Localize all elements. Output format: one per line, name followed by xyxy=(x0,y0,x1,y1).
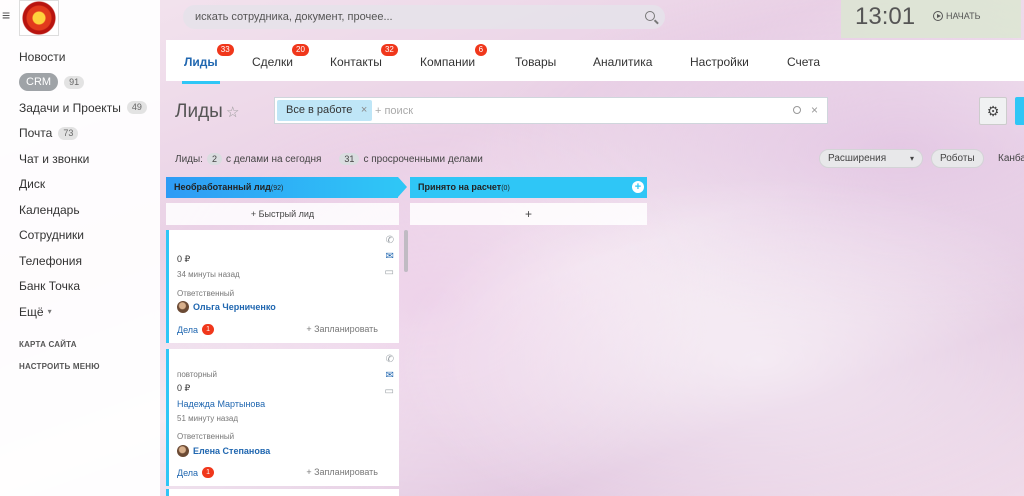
sidebar-menu: Новости CRM 91 Задачи и Проекты 49 Почта 73… xyxy=(19,44,147,325)
robots-button[interactable]: Роботы xyxy=(931,149,984,168)
responsible-label: Ответственный xyxy=(177,289,235,298)
kanban-view-switch[interactable]: Канба xyxy=(998,153,1024,164)
global-search xyxy=(183,5,665,29)
search-icon[interactable] xyxy=(645,11,655,21)
column-header-accepted[interactable]: Принято на расчет(0) + xyxy=(410,177,647,198)
tab-contacts[interactable]: Контакты 32 xyxy=(330,44,398,69)
tasks-counter: 49 xyxy=(126,101,147,115)
lead-tag: повторный xyxy=(177,370,217,379)
sidebar-item-news[interactable]: Новости xyxy=(19,44,147,70)
close-icon[interactable]: × xyxy=(811,103,818,117)
mail-icon[interactable]: ✉ xyxy=(386,370,394,381)
lead-time: 34 минуты назад xyxy=(177,270,240,279)
chat-icon[interactable]: ▭ xyxy=(385,267,394,278)
gear-icon: ⚙ xyxy=(986,103,1000,119)
tab-leads[interactable]: Лиды 33 xyxy=(182,44,234,84)
left-sidebar: ≡ Новости CRM 91 Задачи и Проекты 49 Почта… xyxy=(0,0,160,496)
mail-counter: 73 xyxy=(58,126,79,140)
column-arrow xyxy=(398,177,407,197)
chevron-down-icon: ▾ xyxy=(47,306,52,316)
sidebar-item-employees[interactable]: Сотрудники xyxy=(19,223,147,249)
tab-badge: 6 xyxy=(474,44,488,56)
lead-amount: 0 ₽ xyxy=(177,254,191,264)
sidebar-item-tasks[interactable]: Задачи и Проекты 49 xyxy=(19,95,147,121)
settings-gear-button[interactable]: ⚙ xyxy=(979,97,1007,125)
quick-lead-button[interactable]: + Быстрый лид xyxy=(166,203,399,225)
tab-invoices[interactable]: Счета xyxy=(787,55,820,69)
responsible-person[interactable]: Елена Степанова xyxy=(177,445,270,457)
scrollbar[interactable] xyxy=(404,230,408,272)
deals-badge: 1 xyxy=(202,324,214,335)
tab-products[interactable]: Товары xyxy=(515,55,556,69)
menu-icon[interactable]: ≡ xyxy=(2,8,10,22)
start-day-button[interactable]: НАЧАТЬ xyxy=(933,11,981,21)
add-lead-button[interactable] xyxy=(1015,97,1024,125)
filter-bar: Все в работе × × xyxy=(274,97,828,124)
lead-card[interactable]: ✆ ✉ ▭ 0 ₽ 34 минуты назад Ответственный … xyxy=(166,230,399,343)
responsible-person[interactable]: Ольга Черниченко xyxy=(177,301,276,313)
column-header-new[interactable]: Необработанный лид(92) xyxy=(166,177,398,198)
extensions-button[interactable]: Расширения ▾ xyxy=(819,149,923,168)
filter-search-input[interactable] xyxy=(375,101,755,121)
plan-activity-button[interactable]: + Запланировать xyxy=(306,467,378,477)
sidebar-item-bank[interactable]: Банк Точка xyxy=(19,274,147,300)
tab-badge: 33 xyxy=(216,44,234,56)
chip-close-icon[interactable]: × xyxy=(361,100,367,121)
tab-companies[interactable]: Компании 6 xyxy=(420,44,488,69)
clock-time: 13:01 xyxy=(855,3,916,30)
lead-name[interactable]: Надежда Мартынова xyxy=(177,399,265,409)
avatar xyxy=(177,445,189,457)
deals-link[interactable]: Дела 1 xyxy=(177,324,214,335)
lead-time: 51 минуту назад xyxy=(177,414,239,423)
tab-analytics[interactable]: Аналитика xyxy=(593,55,652,69)
sidebar-item-crm[interactable]: CRM 91 xyxy=(19,70,147,96)
avatar xyxy=(177,301,189,313)
sidebar-item-chat[interactable]: Чат и звонки xyxy=(19,146,147,172)
filter-chip[interactable]: Все в работе × xyxy=(277,100,373,121)
play-icon xyxy=(933,11,943,21)
lead-amount: 0 ₽ xyxy=(177,383,191,393)
search-input[interactable] xyxy=(183,5,623,29)
sidebar-item-calendar[interactable]: Календарь xyxy=(19,197,147,223)
sidebar-item-mail[interactable]: Почта 73 xyxy=(19,121,147,147)
sidebar-item-more[interactable]: Ещё ▾ xyxy=(19,299,147,325)
overdue-counter[interactable]: 31 xyxy=(339,153,360,165)
add-column-icon[interactable]: + xyxy=(632,181,644,193)
mail-icon[interactable]: ✉ xyxy=(386,251,394,262)
sitemap-link[interactable]: КАРТА САЙТА xyxy=(19,340,77,349)
work-day-widget: 13:01 НАЧАТЬ xyxy=(841,0,1021,38)
tab-badge: 20 xyxy=(292,44,309,56)
tab-deals[interactable]: Сделки 20 xyxy=(252,44,309,69)
phone-icon[interactable]: ✆ xyxy=(386,354,394,365)
quick-add-button[interactable]: + xyxy=(410,203,647,225)
sidebar-item-telephony[interactable]: Телефония xyxy=(19,248,147,274)
company-logo[interactable] xyxy=(19,0,59,36)
crm-tabs: Лиды 33 Сделки 20 Контакты 32 Компании 6 Тов… xyxy=(166,40,1024,84)
search-icon[interactable] xyxy=(793,106,801,114)
responsible-label: Ответственный xyxy=(177,432,235,441)
crm-counter: 91 xyxy=(64,75,85,89)
phone-icon[interactable]: ✆ xyxy=(386,235,394,246)
page-title: Лиды xyxy=(175,101,223,122)
lead-card[interactable] xyxy=(166,489,399,496)
sidebar-item-disk[interactable]: Диск xyxy=(19,172,147,198)
leads-stats: Лиды: 2 с делами на сегодня 31 с просроч… xyxy=(175,153,483,165)
chevron-down-icon: ▾ xyxy=(909,154,914,163)
chat-icon[interactable]: ▭ xyxy=(385,386,394,397)
today-counter[interactable]: 2 xyxy=(206,153,222,165)
star-icon[interactable]: ☆ xyxy=(226,103,239,121)
tab-badge: 32 xyxy=(380,44,398,56)
deals-badge: 1 xyxy=(202,467,214,478)
tab-settings[interactable]: Настройки xyxy=(690,55,749,69)
lead-card[interactable]: ✆ ✉ ▭ повторный 0 ₽ Надежда Мартынова 51… xyxy=(166,349,399,486)
configure-menu-link[interactable]: НАСТРОИТЬ МЕНЮ xyxy=(19,362,100,371)
deals-link[interactable]: Дела 1 xyxy=(177,467,214,478)
plan-activity-button[interactable]: + Запланировать xyxy=(306,324,378,334)
